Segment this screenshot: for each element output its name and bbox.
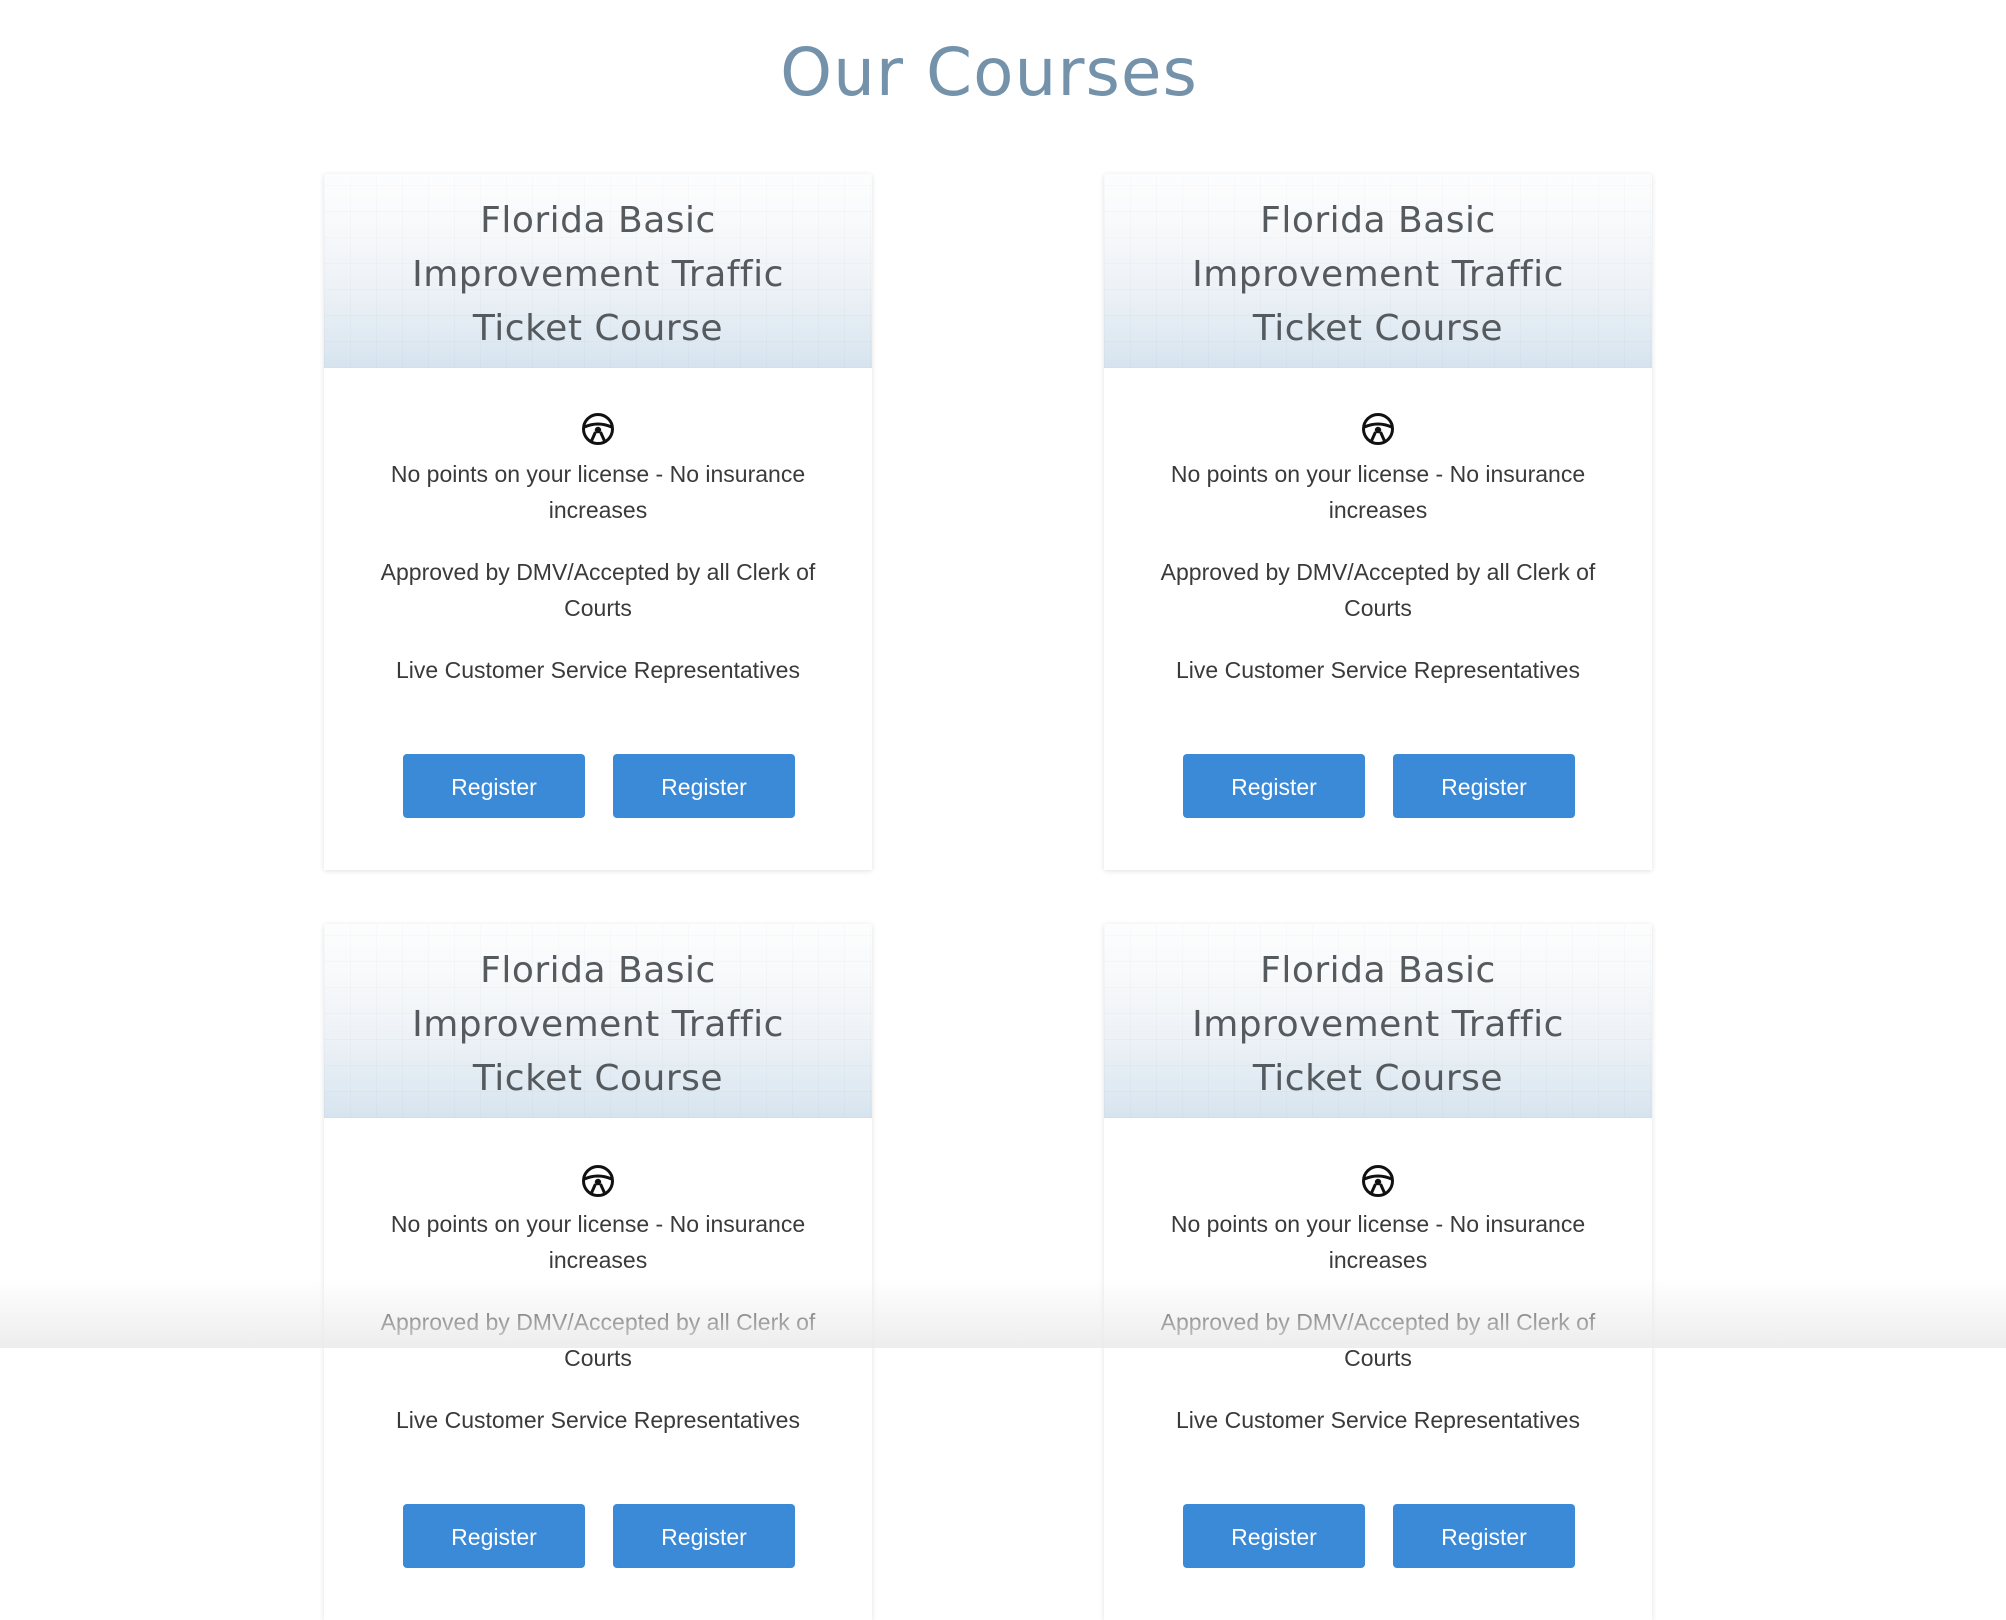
register-button[interactable]: Register <box>1183 1504 1365 1568</box>
feature-customer-service: Live Customer Service Representatives <box>396 657 800 683</box>
course-card: Florida Basic Improvement Traffic Ticket… <box>324 174 872 870</box>
steering-wheel-icon <box>582 413 614 445</box>
register-button[interactable]: Register <box>613 754 795 818</box>
course-title: Florida Basic Improvement Traffic Ticket… <box>412 950 784 1099</box>
course-card: Florida Basic Improvement Traffic Ticket… <box>324 924 872 1620</box>
register-button[interactable]: Register <box>1393 1504 1575 1568</box>
feature-dmv-approved: Approved by DMV/Accepted by all Clerk of… <box>380 559 816 621</box>
course-card-header: Florida Basic Improvement Traffic Ticket… <box>324 174 872 368</box>
page-title: Our Courses <box>780 34 1198 111</box>
course-card-header: Florida Basic Improvement Traffic Ticket… <box>324 924 872 1118</box>
course-card-header: Florida Basic Improvement Traffic Ticket… <box>1104 924 1652 1118</box>
register-button[interactable]: Register <box>403 1504 585 1568</box>
register-button[interactable]: Register <box>403 754 585 818</box>
feature-no-points: No points on your license - No insurance… <box>390 461 806 523</box>
register-button[interactable]: Register <box>1393 754 1575 818</box>
feature-customer-service: Live Customer Service Representatives <box>1176 1407 1580 1433</box>
course-card: Florida Basic Improvement Traffic Ticket… <box>1104 174 1652 870</box>
feature-customer-service: Live Customer Service Representatives <box>396 1407 800 1433</box>
feature-customer-service: Live Customer Service Representatives <box>1176 657 1580 683</box>
course-title: Florida Basic Improvement Traffic Ticket… <box>1192 950 1564 1099</box>
register-button[interactable]: Register <box>613 1504 795 1568</box>
course-title: Florida Basic Improvement Traffic Ticket… <box>1192 200 1564 349</box>
feature-no-points: No points on your license - No insurance… <box>1170 461 1586 523</box>
register-button[interactable]: Register <box>1183 754 1365 818</box>
feature-no-points: No points on your license - No insurance… <box>1170 1211 1586 1273</box>
feature-no-points: No points on your license - No insurance… <box>390 1211 806 1273</box>
steering-wheel-icon <box>1362 1165 1394 1197</box>
scroll-fade <box>0 1278 2006 1348</box>
steering-wheel-icon <box>582 1165 614 1197</box>
course-title: Florida Basic Improvement Traffic Ticket… <box>412 200 784 349</box>
course-card-header: Florida Basic Improvement Traffic Ticket… <box>1104 174 1652 368</box>
steering-wheel-icon <box>1362 413 1394 445</box>
feature-dmv-approved: Approved by DMV/Accepted by all Clerk of… <box>1160 559 1596 621</box>
feature-dmv-approved: Approved by DMV/Accepted by all Clerk of… <box>380 1309 816 1371</box>
course-card: Florida Basic Improvement Traffic Ticket… <box>1104 924 1652 1620</box>
feature-dmv-approved: Approved by DMV/Accepted by all Clerk of… <box>1160 1309 1596 1371</box>
